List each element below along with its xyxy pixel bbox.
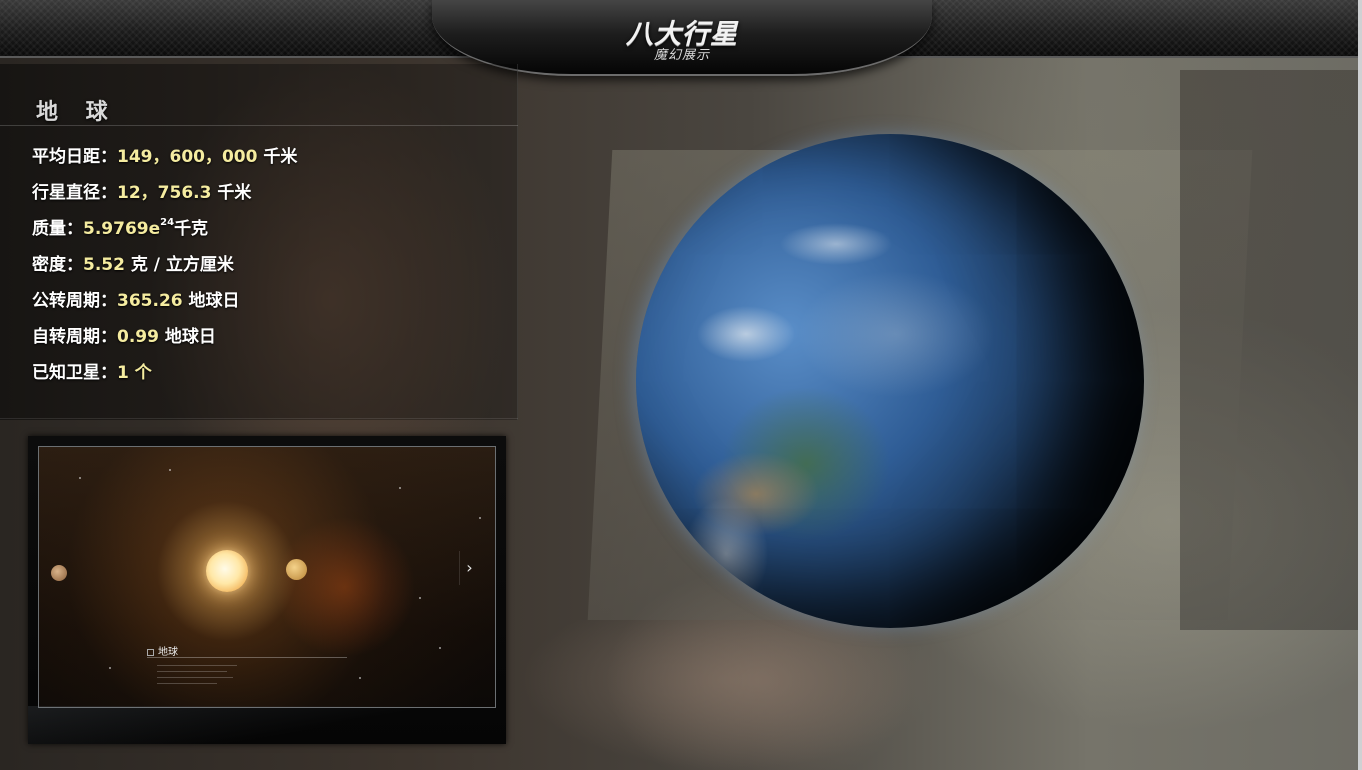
text-line bbox=[157, 671, 227, 672]
checkbox-icon bbox=[147, 648, 154, 656]
divider bbox=[0, 125, 518, 126]
planet-viewer[interactable] bbox=[636, 134, 1144, 628]
planet-thumb-left[interactable] bbox=[51, 565, 67, 581]
star bbox=[419, 597, 421, 599]
frame-reflection bbox=[28, 706, 506, 744]
fact-unit: 地球日 bbox=[158, 327, 216, 347]
fact-label: 自转周期： bbox=[32, 327, 117, 347]
star bbox=[109, 667, 111, 669]
fact-unit: 克 / 立方厘米 bbox=[124, 255, 234, 275]
fact-label: 已知卫星： bbox=[32, 363, 117, 383]
fact-diameter: 行星直径：12，756.3 千米 bbox=[32, 178, 251, 204]
fact-mass: 质量：5.9769e24千克 bbox=[32, 214, 208, 240]
fact-density: 密度：5.52 克 / 立方厘米 bbox=[32, 250, 234, 276]
fact-label: 行星直径： bbox=[32, 183, 117, 203]
divider bbox=[147, 657, 347, 658]
fact-unit: 千米 bbox=[257, 147, 298, 167]
star bbox=[359, 677, 361, 679]
fact-value: 12，756.3 bbox=[117, 183, 212, 203]
fact-label: 公转周期： bbox=[32, 291, 117, 311]
solar-system-preview[interactable]: › 地球 bbox=[28, 436, 506, 744]
fact-label: 密度： bbox=[32, 255, 83, 275]
planet-name: 地 球 bbox=[36, 100, 118, 125]
star bbox=[169, 469, 171, 471]
fact-unit: 地球日 bbox=[182, 291, 240, 311]
star bbox=[399, 487, 401, 489]
star bbox=[439, 647, 441, 649]
fact-value: 365.26 bbox=[117, 291, 183, 311]
fact-unit: 千米 bbox=[211, 183, 252, 203]
divider bbox=[0, 418, 518, 419]
sun-thumb[interactable] bbox=[206, 550, 248, 592]
fact-exponent: 24 bbox=[160, 217, 175, 229]
fact-orbital-period: 公转周期：365.26 地球日 bbox=[32, 286, 240, 312]
preview-screen[interactable]: › 地球 bbox=[38, 446, 496, 708]
fact-label: 平均日距： bbox=[32, 147, 117, 167]
earth-globe[interactable] bbox=[636, 134, 1144, 628]
fact-mean-distance: 平均日距：149，600，000 千米 bbox=[32, 142, 297, 168]
background-shelf bbox=[1180, 70, 1360, 630]
preview-caption: 地球 bbox=[147, 643, 178, 658]
text-line bbox=[157, 665, 237, 666]
chevron-right-icon[interactable]: › bbox=[459, 551, 479, 585]
planet-thumb-right[interactable] bbox=[286, 559, 307, 580]
window-edge bbox=[1358, 0, 1362, 770]
fact-value: 149，600，000 bbox=[117, 147, 258, 167]
fact-label: 质量： bbox=[32, 219, 83, 239]
background-hand bbox=[520, 620, 940, 770]
text-line bbox=[157, 677, 233, 678]
fact-value: 0.99 bbox=[117, 327, 159, 347]
app-subtitle: 魔幻展示 bbox=[653, 48, 710, 63]
fact-rotation-period: 自转周期：0.99 地球日 bbox=[32, 322, 216, 348]
fact-value: 5.9769e bbox=[83, 219, 161, 239]
fact-unit: 千克 bbox=[174, 219, 209, 239]
fact-moons: 已知卫星：1 个 bbox=[32, 358, 152, 384]
text-line bbox=[157, 683, 217, 684]
planet-info-panel: 地 球 平均日距：149，600，000 千米 行星直径：12，756.3 千米… bbox=[0, 64, 518, 420]
star bbox=[479, 517, 481, 519]
fact-value: 5.52 bbox=[83, 255, 125, 275]
star bbox=[79, 477, 81, 479]
fact-value: 1 个 bbox=[117, 363, 152, 383]
